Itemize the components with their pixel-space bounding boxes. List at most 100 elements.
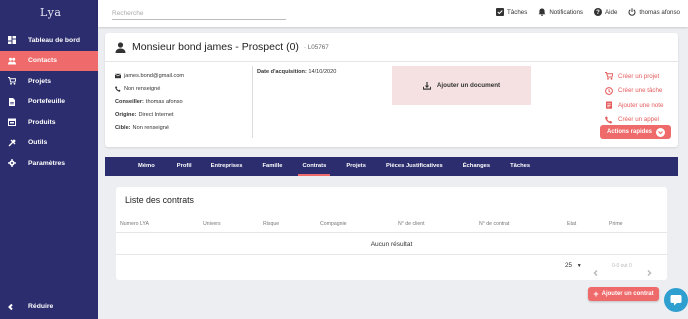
cart-icon: [605, 72, 613, 80]
sidebar-item-label: Produits: [28, 118, 56, 126]
top-actions: Tâches Notifications ? Aide thomas afons…: [485, 8, 680, 16]
column-header[interactable]: Numero LYA: [120, 221, 149, 227]
create-task-label: Créer une tâche: [618, 87, 663, 95]
sidebar-item-label: Tableau de bord: [28, 36, 80, 44]
sidebar-item-contacts[interactable]: Contacts: [0, 50, 98, 71]
create-call-label: Créer un appel: [618, 116, 659, 124]
add-document-button[interactable]: Ajouter un document: [392, 66, 531, 105]
help-button[interactable]: ? Aide: [594, 8, 617, 16]
acquisition-label: Date d'acquisition:: [257, 69, 307, 75]
tab-projects[interactable]: Projets: [346, 157, 366, 176]
contact-id: · L05767: [303, 43, 329, 51]
column-header[interactable]: Etat: [567, 221, 576, 227]
clock-icon: [605, 86, 613, 95]
sidebar-item-tools[interactable]: Outils: [0, 133, 98, 154]
column-header[interactable]: Compagnie: [320, 221, 347, 227]
vertical-divider: [252, 66, 253, 138]
next-page-button[interactable]: [646, 263, 652, 277]
contact-info: james.bond@gmail.com Non renseigné Conse…: [115, 69, 184, 134]
acquisition-date: Date d'acquisition: 14/10/2020: [257, 69, 336, 75]
contact-header-card: Monsieur bond james - Prospect (0) · L05…: [105, 33, 678, 147]
phone-icon: [605, 116, 613, 124]
add-contract-label: Ajouter un contrat: [601, 291, 654, 297]
origin-label: Origine:: [115, 111, 137, 118]
sidebar-item-projects[interactable]: Projets: [0, 71, 98, 92]
user-menu[interactable]: thomas afonso: [628, 8, 680, 16]
sidebar-item-label: Portefeuille: [28, 98, 66, 106]
sidebar-nav: Tableau de bord Contacts Projets Portefe…: [0, 30, 98, 174]
divider: [116, 232, 667, 233]
acquisition-value: 14/10/2020: [308, 69, 337, 75]
target-label: Cible:: [115, 124, 131, 131]
sidebar-item-label: Outils: [28, 139, 48, 147]
tab-exchanges[interactable]: Échanges: [463, 157, 490, 176]
rows-per-page-select[interactable]: 25 ▼: [565, 262, 582, 269]
svg-text:?: ?: [596, 10, 600, 16]
mail-icon: [115, 73, 121, 78]
gear-icon: [8, 159, 16, 168]
target-line: Cible: Non renseigné: [115, 121, 184, 134]
create-project-link[interactable]: Créer un projet: [605, 69, 663, 84]
store-icon: [8, 118, 16, 127]
create-task-link[interactable]: Créer une tâche: [605, 84, 663, 99]
sidebar-item-label: Projets: [28, 77, 52, 85]
email-line: james.bond@gmail.com: [115, 69, 184, 82]
reduce-label: Réduire: [28, 303, 54, 310]
contracts-card: Liste des contrats Numero LYA Univers Ri…: [116, 187, 667, 280]
notifications-label: Notifications: [549, 8, 584, 16]
reduce-sidebar-button[interactable]: Réduire: [8, 303, 53, 310]
tab-memo[interactable]: Mémo: [138, 157, 155, 176]
download-icon: [422, 81, 431, 90]
rows-per-page-value: 25: [565, 262, 573, 269]
email-value[interactable]: james.bond@gmail.com: [124, 73, 184, 79]
tools-icon: [8, 139, 16, 147]
chevron-left-icon: [8, 303, 13, 310]
tab-profile[interactable]: Profil: [177, 157, 192, 176]
column-header[interactable]: Prime: [609, 221, 623, 227]
advisor-value: thomas afonso: [145, 98, 183, 105]
divider: [105, 61, 678, 62]
search-input[interactable]: [112, 7, 286, 20]
quick-actions-button[interactable]: Actions rapides: [600, 125, 671, 139]
document-icon: [9, 97, 15, 106]
power-icon: [628, 8, 636, 16]
create-project-label: Créer un projet: [618, 72, 660, 80]
add-contract-button[interactable]: + Ajouter un contrat: [588, 287, 659, 301]
note-icon: [606, 101, 612, 109]
advisor-label: Conseiller:: [115, 98, 144, 105]
tab-documents[interactable]: Pièces Justificatives: [386, 157, 443, 176]
bell-icon: [538, 8, 546, 16]
plus-icon: +: [593, 288, 599, 299]
help-icon: ?: [594, 8, 603, 16]
column-header[interactable]: Risque: [263, 221, 279, 227]
tab-family[interactable]: Famille: [262, 157, 282, 176]
tasks-button[interactable]: Tâches: [496, 8, 527, 16]
dashboard-icon: [8, 36, 16, 45]
sidebar: Lya Tableau de bord Contacts Projets Por…: [0, 0, 98, 319]
tab-companies[interactable]: Entreprises: [211, 157, 243, 176]
app-logo[interactable]: Lya: [40, 6, 61, 19]
side-actions: Créer un projet Créer une tâche Ajouter …: [605, 69, 663, 127]
column-header[interactable]: N° de client: [398, 221, 425, 227]
sidebar-item-products[interactable]: Produits: [0, 112, 98, 133]
tab-tasks[interactable]: Tâches: [510, 157, 530, 176]
sidebar-item-dashboard[interactable]: Tableau de bord: [0, 30, 98, 51]
chat-bubble-button[interactable]: [664, 288, 688, 312]
prev-page-button[interactable]: [593, 263, 599, 277]
phone-line: Non renseigné: [115, 82, 184, 95]
chevron-down-icon: [656, 127, 665, 137]
checkbox-icon: [496, 8, 505, 16]
sidebar-item-settings[interactable]: Paramètres: [0, 153, 98, 174]
column-header[interactable]: Univers: [203, 221, 221, 227]
tab-contracts[interactable]: Contrats: [298, 157, 331, 176]
advisor-line: Conseiller: thomas afonso: [115, 95, 184, 108]
add-note-link[interactable]: Ajouter une note: [605, 98, 663, 113]
help-label: Aide: [605, 8, 618, 16]
notifications-button[interactable]: Notifications: [538, 8, 583, 16]
chat-icon: [670, 295, 682, 306]
divider: [116, 254, 667, 255]
caret-down-icon: ▼: [576, 263, 582, 269]
sidebar-item-portfolio[interactable]: Portefeuille: [0, 92, 98, 113]
contracts-title: Liste des contrats: [125, 195, 194, 205]
column-header[interactable]: N° de contrat: [479, 221, 509, 227]
